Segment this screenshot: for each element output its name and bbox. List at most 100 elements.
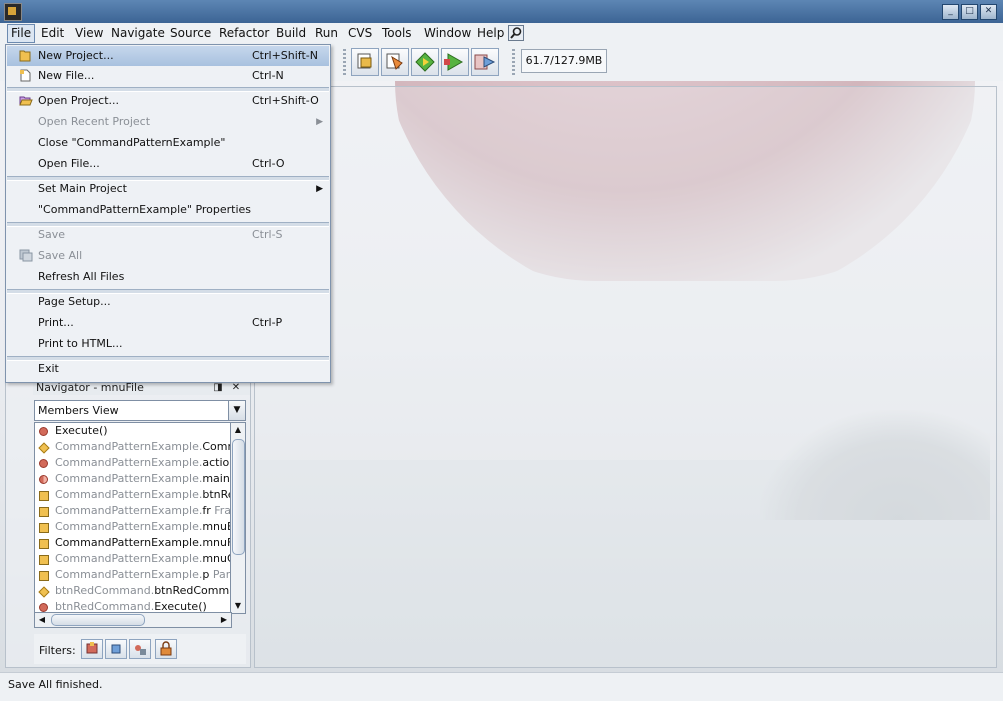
menu-item-open-project[interactable]: Open Project... Ctrl+Shift-O xyxy=(7,91,329,111)
maximize-button[interactable]: □ xyxy=(961,4,978,20)
fields-filter-icon xyxy=(111,644,121,654)
profile-project-button[interactable] xyxy=(471,48,499,76)
menu-file[interactable]: File xyxy=(7,24,36,43)
menu-item-refresh-all-files[interactable]: Refresh All Files xyxy=(7,267,329,287)
scroll-thumb[interactable] xyxy=(232,439,245,555)
menu-item-exit[interactable]: Exit xyxy=(7,359,329,379)
filters-bar: Filters: xyxy=(34,634,246,664)
debug-icon xyxy=(444,53,464,71)
static-method-icon xyxy=(39,475,48,484)
memory-indicator[interactable]: 61.7/127.9MB xyxy=(521,49,607,73)
field-icon xyxy=(39,539,49,549)
menu-item-open-file[interactable]: Open File... Ctrl-O xyxy=(7,154,329,174)
list-item[interactable]: CommandPatternExample.p Pane xyxy=(35,567,231,583)
editor-area[interactable] xyxy=(254,86,997,668)
filter-fields-button[interactable] xyxy=(105,639,127,659)
list-item[interactable]: btnRedCommand.btnRedComma xyxy=(35,583,231,599)
clean-build-button[interactable] xyxy=(381,48,409,76)
lock-icon xyxy=(160,641,172,656)
filter-nonpublic-button[interactable] xyxy=(155,639,177,659)
field-icon xyxy=(39,523,49,533)
list-item[interactable]: Execute() xyxy=(35,423,231,439)
menu-window[interactable]: Window xyxy=(421,25,474,42)
menu-item-save[interactable]: Save Ctrl-S xyxy=(7,225,329,245)
members-list[interactable]: Execute() CommandPatternExample.Comm Com… xyxy=(34,422,232,614)
menu-refactor[interactable]: Refactor xyxy=(216,25,272,42)
menu-source[interactable]: Source xyxy=(167,25,214,42)
field-icon xyxy=(39,555,49,565)
menu-item-print-to-html[interactable]: Print to HTML... xyxy=(7,334,329,354)
build-icon xyxy=(357,53,372,69)
menu-item-set-main-project[interactable]: Set Main Project ▶ xyxy=(7,179,329,199)
menu-item-new-project[interactable]: New Project... Ctrl+Shift-N xyxy=(7,46,329,66)
save-all-icon xyxy=(19,249,33,262)
list-item[interactable]: CommandPatternExample.btnRed xyxy=(35,487,231,503)
list-item[interactable]: CommandPatternExample.mnuEx xyxy=(35,519,231,535)
inherited-filter-icon xyxy=(86,642,98,654)
menu-view[interactable]: View xyxy=(72,25,106,42)
members-view-select[interactable]: Members View ▼ xyxy=(34,400,246,421)
new-project-icon xyxy=(19,50,31,62)
debug-project-button[interactable] xyxy=(441,48,469,76)
build-project-button[interactable] xyxy=(351,48,379,76)
list-item[interactable]: CommandPatternExample.mnuFi xyxy=(35,535,231,551)
list-item[interactable]: CommandPatternExample.mnuO xyxy=(35,551,231,567)
menu-item-open-recent-project[interactable]: Open Recent Project ▶ xyxy=(7,112,329,132)
method-icon xyxy=(39,427,48,436)
filters-label: Filters: xyxy=(39,644,76,657)
status-bar: Save All finished. xyxy=(0,672,1003,701)
open-folder-icon xyxy=(19,96,33,106)
menu-item-print[interactable]: Print... Ctrl-P xyxy=(7,313,329,333)
title-bar: _ □ ✕ xyxy=(0,0,1003,23)
menu-cvs[interactable]: CVS xyxy=(345,25,375,42)
list-item[interactable]: CommandPatternExample.fr Fram xyxy=(35,503,231,519)
menu-help[interactable]: Help xyxy=(474,25,507,42)
scroll-down-icon[interactable]: ▼ xyxy=(231,599,245,613)
submenu-arrow-icon: ▶ xyxy=(316,117,323,127)
menu-item-close-project[interactable]: Close "CommandPatternExample" xyxy=(7,133,329,153)
chevron-down-icon[interactable]: ▼ xyxy=(228,401,245,420)
toolbar-grip[interactable] xyxy=(512,49,515,75)
profile-icon xyxy=(474,54,496,70)
constructor-icon xyxy=(38,442,50,454)
members-view-value: Members View xyxy=(38,404,119,417)
horizontal-scrollbar[interactable]: ◀ ▶ xyxy=(34,612,232,628)
scroll-thumb[interactable] xyxy=(51,614,145,626)
method-icon xyxy=(39,603,48,612)
menu-run[interactable]: Run xyxy=(312,25,341,42)
field-icon xyxy=(39,571,49,581)
list-item[interactable]: CommandPatternExample.main(S xyxy=(35,471,231,487)
scroll-up-icon[interactable]: ▲ xyxy=(231,423,245,437)
file-menu-dropdown: New Project... Ctrl+Shift-N New File... … xyxy=(5,44,331,383)
menu-item-page-setup[interactable]: Page Setup... xyxy=(7,292,329,312)
search-icon[interactable] xyxy=(508,25,524,41)
scroll-left-icon[interactable]: ◀ xyxy=(35,613,49,627)
menu-item-save-all[interactable]: Save All xyxy=(7,246,329,266)
field-icon xyxy=(39,491,49,501)
menu-item-new-file[interactable]: New File... Ctrl-N xyxy=(7,66,329,86)
run-project-button[interactable] xyxy=(411,48,439,76)
field-icon xyxy=(39,507,49,517)
app-icon xyxy=(4,3,22,21)
menu-item-project-properties[interactable]: "CommandPatternExample" Properties xyxy=(7,200,329,220)
menu-tools[interactable]: Tools xyxy=(379,25,415,42)
minimize-button[interactable]: _ xyxy=(942,4,959,20)
toolbar-grip[interactable] xyxy=(343,49,346,75)
list-item[interactable]: CommandPatternExample.Comm xyxy=(35,439,231,455)
filter-inherited-button[interactable] xyxy=(81,639,103,659)
menu-edit[interactable]: Edit xyxy=(38,25,67,42)
submenu-arrow-icon: ▶ xyxy=(316,184,323,194)
filter-static-button[interactable] xyxy=(129,639,151,659)
menu-build[interactable]: Build xyxy=(273,25,309,42)
vertical-scrollbar[interactable]: ▲ ▼ xyxy=(230,422,246,614)
clean-build-icon xyxy=(386,53,403,70)
scroll-right-icon[interactable]: ▶ xyxy=(217,613,231,627)
status-text: Save All finished. xyxy=(8,678,103,691)
menu-bar: File Edit View Navigate Source Refactor … xyxy=(0,23,1003,44)
list-item[interactable]: CommandPatternExample.action xyxy=(35,455,231,471)
close-button[interactable]: ✕ xyxy=(980,4,997,20)
menu-navigate[interactable]: Navigate xyxy=(108,25,168,42)
run-icon xyxy=(415,52,435,72)
static-filter-icon xyxy=(135,645,146,655)
constructor-icon xyxy=(38,586,50,598)
